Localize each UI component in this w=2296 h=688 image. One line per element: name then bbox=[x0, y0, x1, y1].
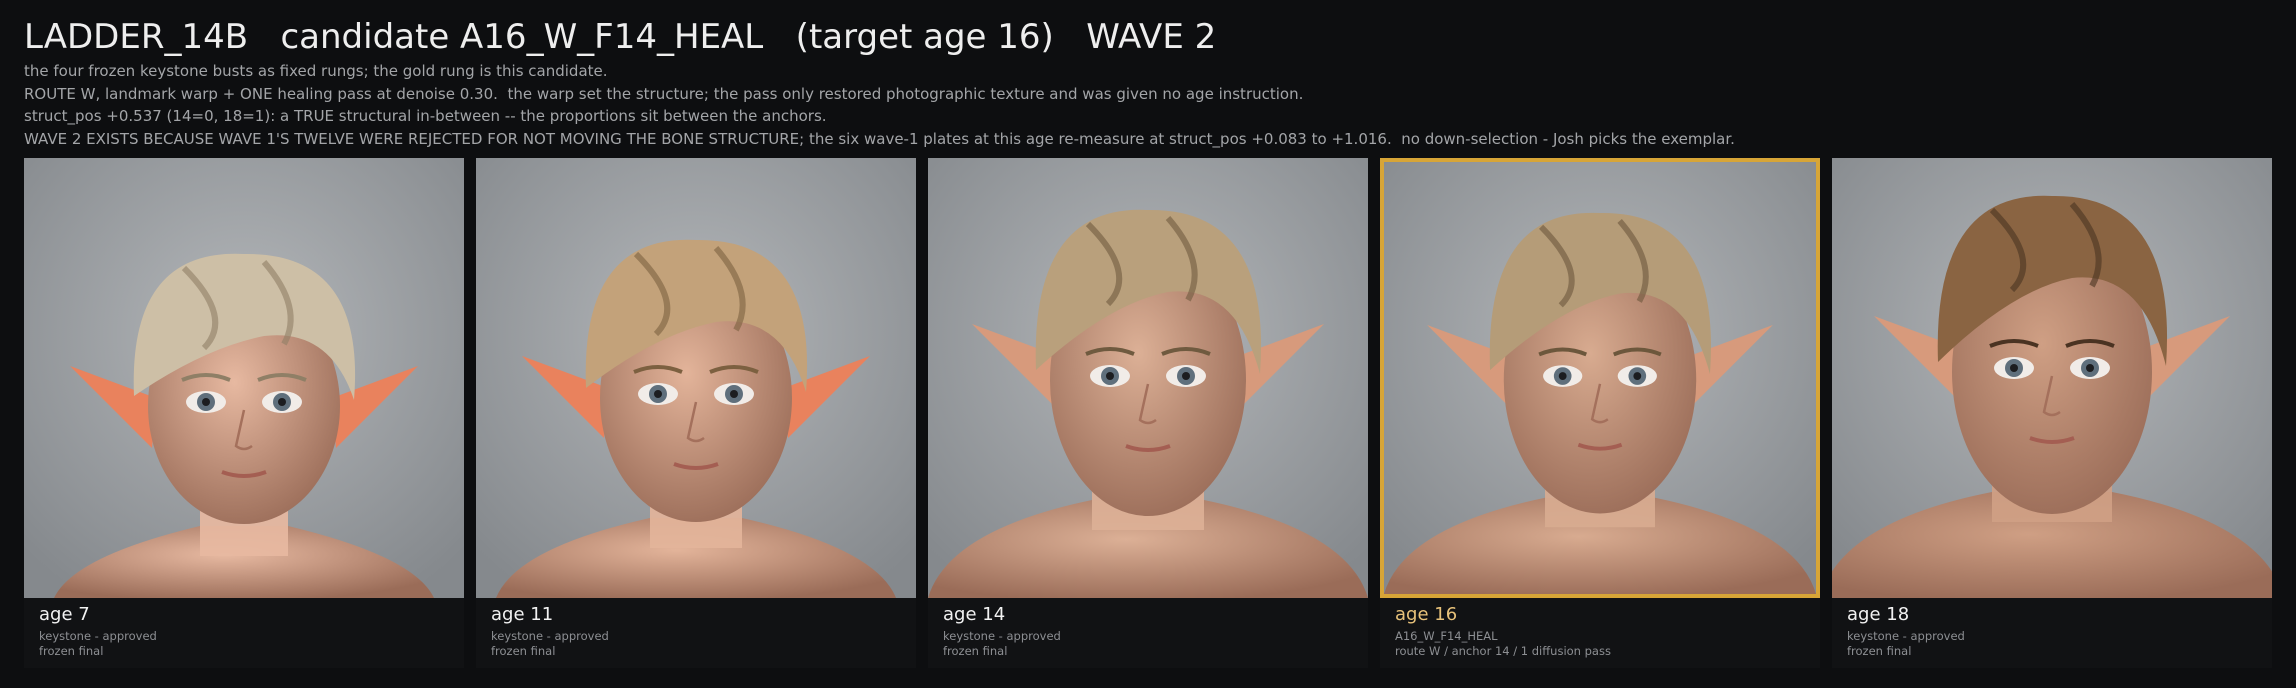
rung-card-age-7[interactable]: age 7 keystone - approved frozen final bbox=[24, 158, 464, 668]
portrait-image-selected[interactable] bbox=[1380, 158, 1820, 598]
rung-label: age 14 bbox=[943, 604, 1006, 625]
description-line-1: the four frozen keystone busts as fixed … bbox=[24, 62, 608, 80]
description-line-2: ROUTE W, landmark warp + ONE healing pas… bbox=[24, 84, 1304, 103]
description-line-4: WAVE 2 EXISTS BECAUSE WAVE 1'S TWELVE WE… bbox=[24, 129, 1735, 148]
rung-status: keystone - approved bbox=[1847, 629, 1965, 643]
rung-strip: age 7 keystone - approved frozen final a… bbox=[24, 158, 2272, 668]
ladder-viewer: LADDER_14B candidate A16_W_F14_HEAL (tar… bbox=[0, 0, 2296, 688]
portrait-image[interactable] bbox=[1832, 158, 2272, 598]
description-line-3: struct_pos +0.537 (14=0, 18=1): a TRUE s… bbox=[24, 107, 827, 125]
rung-card-age-14[interactable]: age 14 keystone - approved frozen final bbox=[928, 158, 1368, 668]
rung-status: keystone - approved bbox=[491, 629, 609, 643]
page-title: LADDER_14B candidate A16_W_F14_HEAL (tar… bbox=[24, 17, 1217, 57]
rung-detail: route W / anchor 14 / 1 diffusion pass bbox=[1395, 644, 1611, 658]
rung-detail: frozen final bbox=[943, 644, 1008, 658]
rung-detail: frozen final bbox=[39, 644, 104, 658]
rung-card-age-16-candidate[interactable]: age 16 A16_W_F14_HEAL route W / anchor 1… bbox=[1380, 158, 1820, 668]
rung-detail: frozen final bbox=[1847, 644, 1912, 658]
rung-status: keystone - approved bbox=[943, 629, 1061, 643]
rung-card-age-18[interactable]: age 18 keystone - approved frozen final bbox=[1832, 158, 2272, 668]
rung-label: age 7 bbox=[39, 604, 90, 625]
portrait-image[interactable] bbox=[476, 158, 916, 598]
rung-status: A16_W_F14_HEAL bbox=[1395, 629, 1498, 643]
rung-label: age 18 bbox=[1847, 604, 1910, 625]
portrait-image[interactable] bbox=[24, 158, 464, 598]
rung-label: age 16 bbox=[1395, 604, 1458, 625]
rung-status: keystone - approved bbox=[39, 629, 157, 643]
rung-detail: frozen final bbox=[491, 644, 556, 658]
rung-card-age-11[interactable]: age 11 keystone - approved frozen final bbox=[476, 158, 916, 668]
portrait-image[interactable] bbox=[928, 158, 1368, 598]
header: LADDER_14B candidate A16_W_F14_HEAL (tar… bbox=[24, 14, 2274, 150]
rung-label: age 11 bbox=[491, 604, 554, 625]
